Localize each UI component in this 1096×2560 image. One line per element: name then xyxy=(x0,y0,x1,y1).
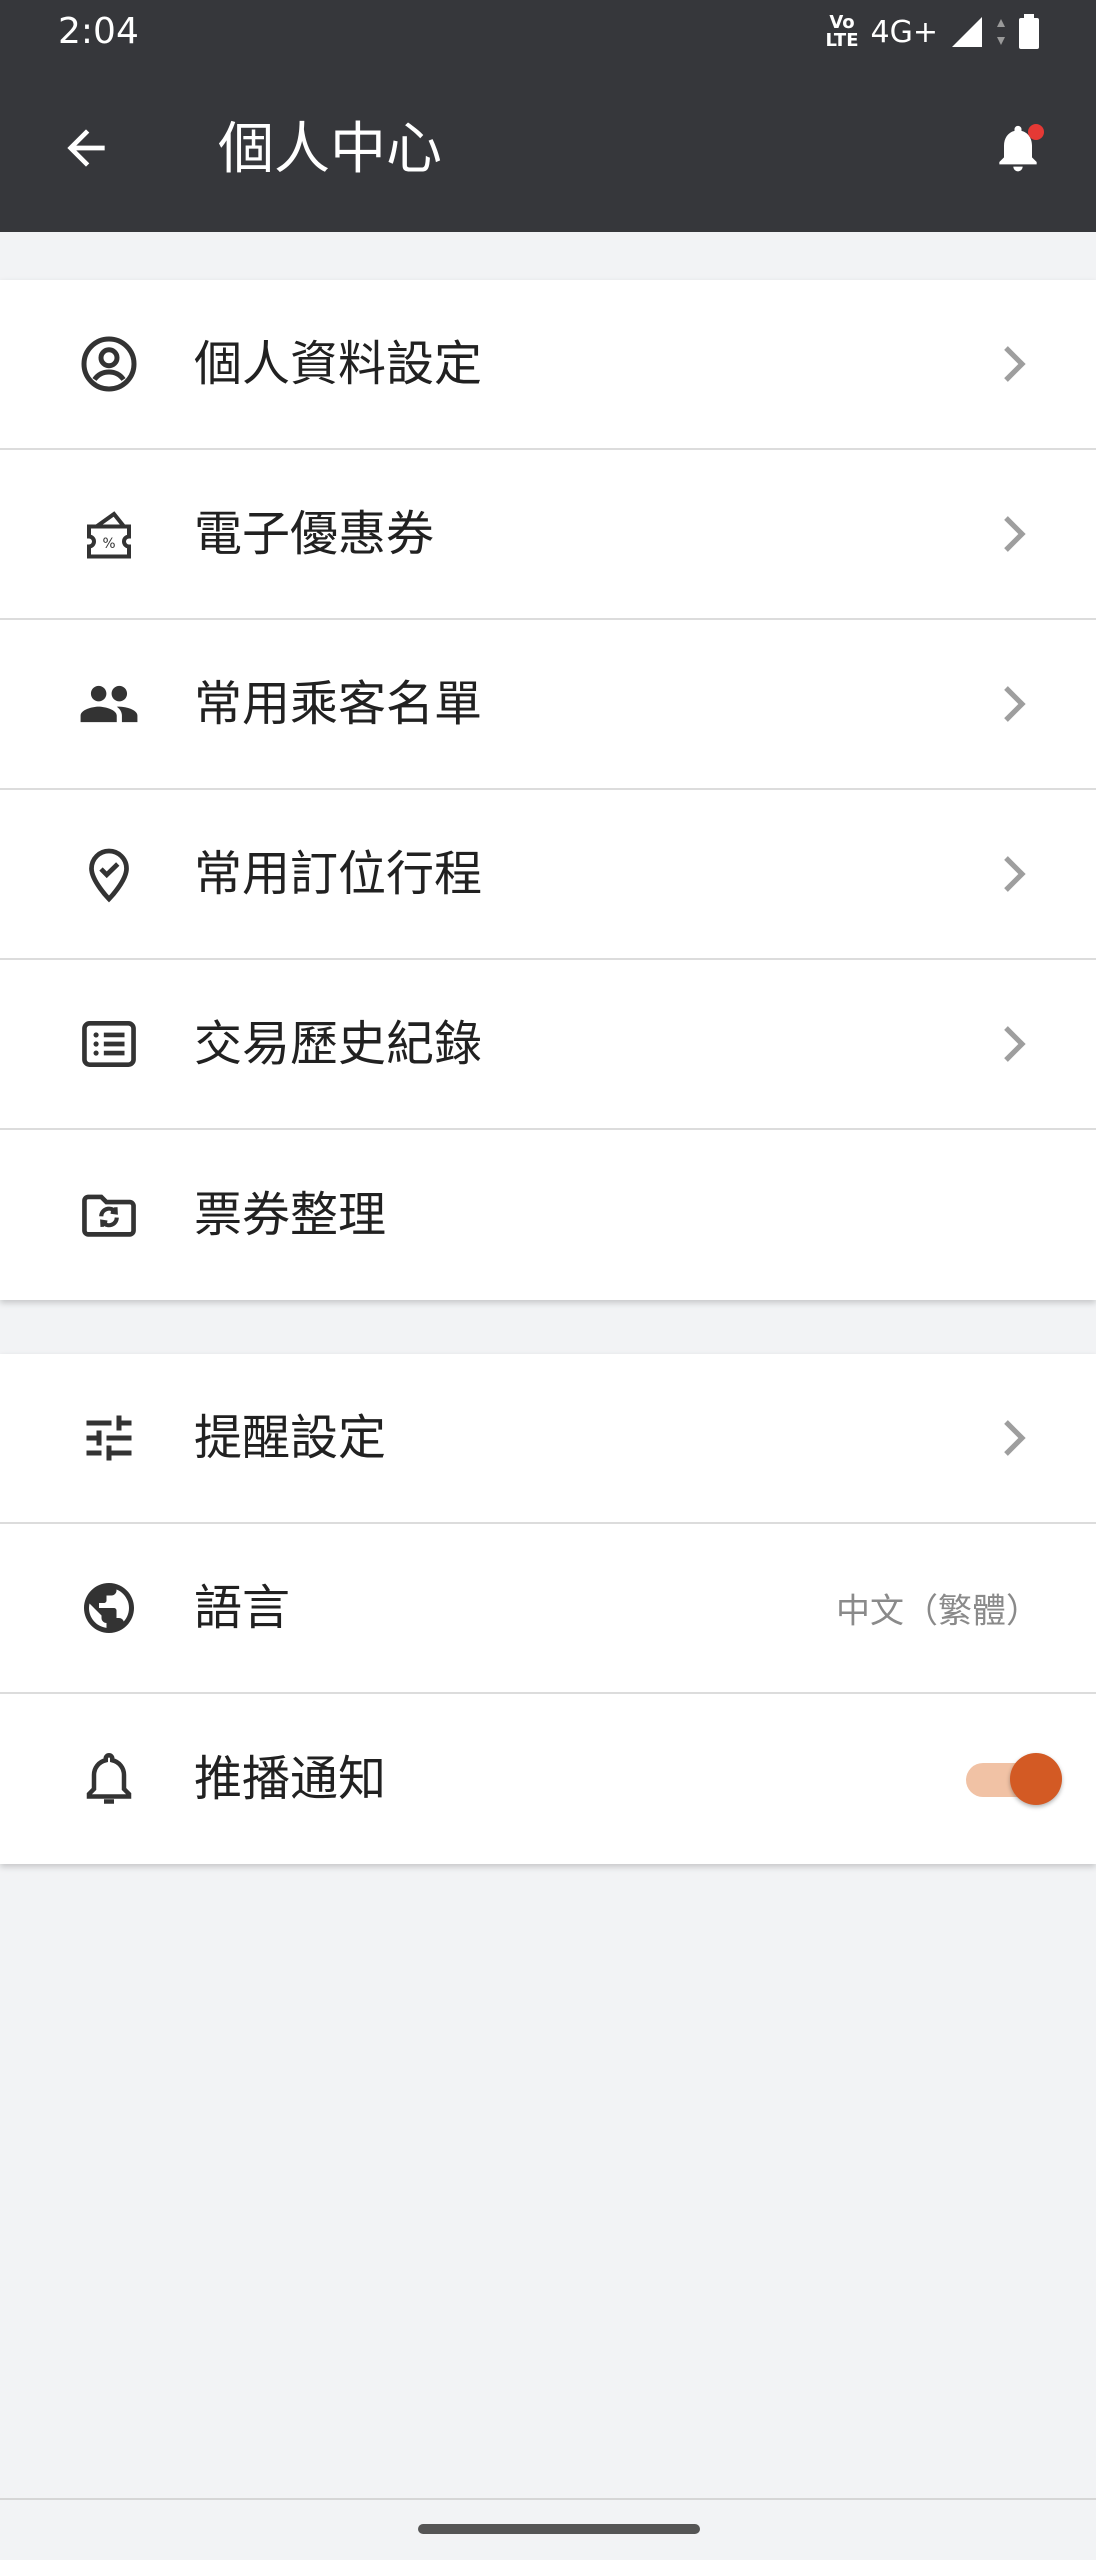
people-icon xyxy=(74,669,144,739)
back-button[interactable] xyxy=(46,108,126,188)
language-value: 中文（繁體） xyxy=(836,1591,1040,1632)
status-time: 2:04 xyxy=(58,11,139,52)
menu-item-reminder-settings[interactable]: 提醒設定 xyxy=(0,1354,1096,1524)
push-notification-toggle[interactable] xyxy=(966,1751,1062,1807)
menu-item-label: 提醒設定 xyxy=(194,1410,387,1466)
chevron-right-icon xyxy=(994,339,1034,389)
bell-outline-icon xyxy=(74,1744,144,1814)
menu-item-label: 推播通知 xyxy=(194,1751,387,1807)
menu-item-label: 票券整理 xyxy=(194,1187,387,1243)
chevron-right-icon xyxy=(994,849,1034,899)
menu-item-label: 交易歷史紀錄 xyxy=(194,1016,483,1072)
menu-item-label: 電子優惠券 xyxy=(194,506,435,562)
menu-item-transaction-history[interactable]: 交易歷史紀錄 xyxy=(0,960,1096,1130)
chevron-right-icon xyxy=(994,679,1034,729)
menu-item-ticket-organize[interactable]: 票券整理 xyxy=(0,1130,1096,1300)
menu-item-profile[interactable]: 個人資料設定 xyxy=(0,280,1096,450)
signal-icon xyxy=(952,17,982,47)
menu-item-label: 常用乘客名單 xyxy=(194,676,483,732)
arrow-left-icon xyxy=(67,129,105,167)
data-arrows-icon xyxy=(997,19,1005,45)
page-title: 個人中心 xyxy=(218,117,442,182)
notifications-button[interactable] xyxy=(978,108,1058,188)
menu-item-passengers[interactable]: 常用乘客名單 xyxy=(0,620,1096,790)
menu-item-language[interactable]: 語言 中文（繁體） xyxy=(0,1524,1096,1694)
menu-item-label: 語言 xyxy=(194,1580,291,1636)
notification-badge xyxy=(1028,124,1044,140)
account-circle-icon xyxy=(74,329,144,399)
location-check-icon xyxy=(74,839,144,909)
menu-item-saved-trips[interactable]: 常用訂位行程 xyxy=(0,790,1096,960)
account-menu-card: 個人資料設定 % 電子優惠券 常用乘客名單 常用訂位行程 交易歷史紀錄 票券整理 xyxy=(0,280,1096,1300)
menu-item-label: 常用訂位行程 xyxy=(194,846,483,902)
menu-item-label: 個人資料設定 xyxy=(194,336,483,392)
chevron-right-icon xyxy=(994,1413,1034,1463)
status-icons: Vo LTE 4G+ xyxy=(825,8,1040,56)
chevron-right-icon xyxy=(994,509,1034,559)
coupon-icon: % xyxy=(74,499,144,569)
globe-icon xyxy=(74,1573,144,1643)
nav-divider xyxy=(0,2498,1096,2500)
chevron-right-icon xyxy=(994,1019,1034,1069)
menu-item-push-notifications: 推播通知 xyxy=(0,1694,1096,1864)
folder-sync-icon xyxy=(74,1180,144,1250)
sliders-icon xyxy=(74,1403,144,1473)
toggle-thumb xyxy=(1010,1753,1062,1805)
menu-item-coupons[interactable]: % 電子優惠券 xyxy=(0,450,1096,620)
top-app-bar: 2:04 Vo LTE 4G+ 個人中心 xyxy=(0,0,1096,232)
svg-text:%: % xyxy=(102,536,115,552)
settings-card: 提醒設定 語言 中文（繁體） 推播通知 xyxy=(0,1354,1096,1864)
network-type: 4G+ xyxy=(870,14,938,50)
home-gesture-bar[interactable] xyxy=(418,2524,700,2534)
battery-icon xyxy=(1019,14,1039,49)
list-icon xyxy=(74,1009,144,1079)
volte-icon: Vo LTE xyxy=(825,12,859,51)
